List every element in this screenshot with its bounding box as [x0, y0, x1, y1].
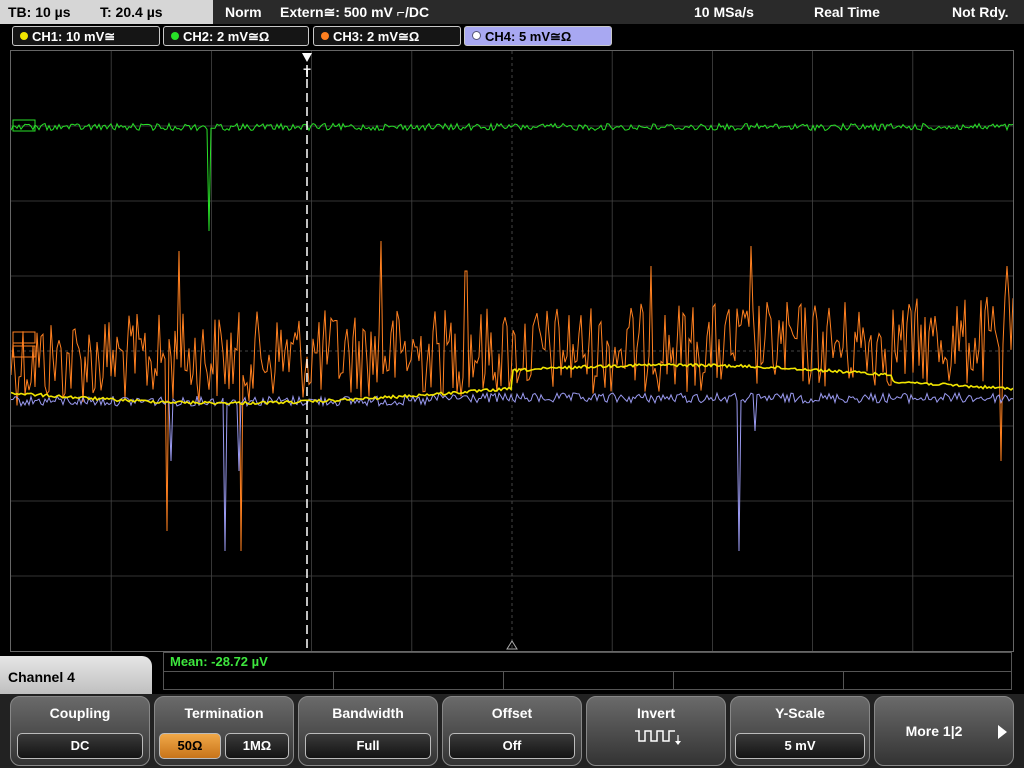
inverted-square-wave-icon: [635, 730, 681, 745]
more-label: More 1|2: [905, 723, 963, 739]
bandwidth-softkey[interactable]: Bandwidth Full: [298, 696, 438, 766]
trigger-marker[interactable]: T: [302, 53, 312, 651]
termination-softkey[interactable]: Termination 50Ω 1MΩ: [154, 696, 294, 766]
meas-cell: [164, 671, 334, 689]
offset-title: Offset: [491, 705, 533, 721]
status-bar: TB: 10 µs T: 20.4 µs Norm Extern≅: 500 m…: [0, 0, 1024, 24]
ch3-offset-marker[interactable]: [12, 331, 36, 344]
termination-1mohm[interactable]: 1MΩ: [225, 733, 289, 759]
trigger-source[interactable]: Extern≅: 500 mV ⌐/DC: [280, 0, 429, 24]
channel-tab-3[interactable]: CH3: 2 mV≅Ω: [313, 26, 461, 46]
yscale-title: Y-Scale: [775, 705, 825, 721]
waveform-traces: [10, 122, 1014, 552]
channel-tab-1[interactable]: CH1: 10 mV≅: [12, 26, 160, 46]
yscale-value[interactable]: 5 mV: [735, 733, 865, 759]
yscale-softkey[interactable]: Y-Scale 5 mV: [730, 696, 870, 766]
meas-cell: [674, 671, 844, 689]
timebase-value: TB: 10 µs: [8, 4, 71, 20]
timebase-box[interactable]: TB: 10 µs T: 20.4 µs: [0, 0, 213, 24]
ch1-color-dot: [20, 32, 28, 40]
waveform-display[interactable]: T: [10, 50, 1014, 652]
mean-measurement[interactable]: Mean: -28.72 µV: [170, 654, 268, 669]
termination-50ohm[interactable]: 50Ω: [159, 733, 221, 759]
meas-cell: [504, 671, 674, 689]
trigger-mode[interactable]: Norm: [225, 0, 262, 24]
ch4-label: CH4: 5 mV≅Ω: [485, 29, 572, 44]
offset-softkey[interactable]: Offset Off: [442, 696, 582, 766]
menu-title: Channel 4: [0, 656, 152, 696]
invert-softkey[interactable]: Invert: [586, 696, 726, 766]
waveform-svg: T: [10, 51, 1014, 651]
invert-title: Invert: [636, 705, 676, 721]
more-softkey[interactable]: More 1|2: [874, 696, 1014, 766]
acquisition-state: Not Rdy.: [952, 4, 1009, 20]
ch2-color-dot: [171, 32, 179, 40]
ch3-label: CH3: 2 mV≅Ω: [333, 29, 420, 44]
coupling-value[interactable]: DC: [17, 733, 143, 759]
channel-tab-4[interactable]: CH4: 5 mV≅Ω: [464, 26, 612, 46]
softkey-menu: Coupling DC Termination 50Ω 1MΩ Bandwidt…: [0, 694, 1024, 768]
bandwidth-value[interactable]: Full: [305, 733, 431, 759]
acquisition-mode: Real Time: [814, 4, 880, 20]
trigger-time-value: T: 20.4 µs: [100, 4, 163, 20]
sample-rate: 10 MSa/s: [694, 4, 754, 20]
meas-cell: [844, 671, 1011, 689]
ch3-color-dot: [321, 32, 329, 40]
coupling-softkey[interactable]: Coupling DC: [10, 696, 150, 766]
trigger-arrow-icon: [302, 53, 312, 62]
termination-title: Termination: [184, 705, 264, 721]
channel-bar: CH1: 10 mV≅ CH2: 2 mV≅Ω CH3: 2 mV≅Ω CH4:…: [0, 26, 1024, 48]
right-arrow-icon: [998, 725, 1007, 739]
offset-value[interactable]: Off: [449, 733, 575, 759]
bandwidth-title: Bandwidth: [332, 705, 404, 721]
meas-cell: [334, 671, 504, 689]
channel-offset-markers: [12, 119, 36, 358]
ch2-label: CH2: 2 mV≅Ω: [183, 29, 270, 44]
trigger-marker-label: T: [303, 66, 311, 80]
coupling-title: Coupling: [49, 705, 111, 721]
ch4-color-dot: [472, 31, 481, 40]
channel-tab-2[interactable]: CH2: 2 mV≅Ω: [163, 26, 309, 46]
measurement-panel: Mean: -28.72 µV: [163, 652, 1012, 690]
ch1-label: CH1: 10 mV≅: [32, 29, 116, 44]
